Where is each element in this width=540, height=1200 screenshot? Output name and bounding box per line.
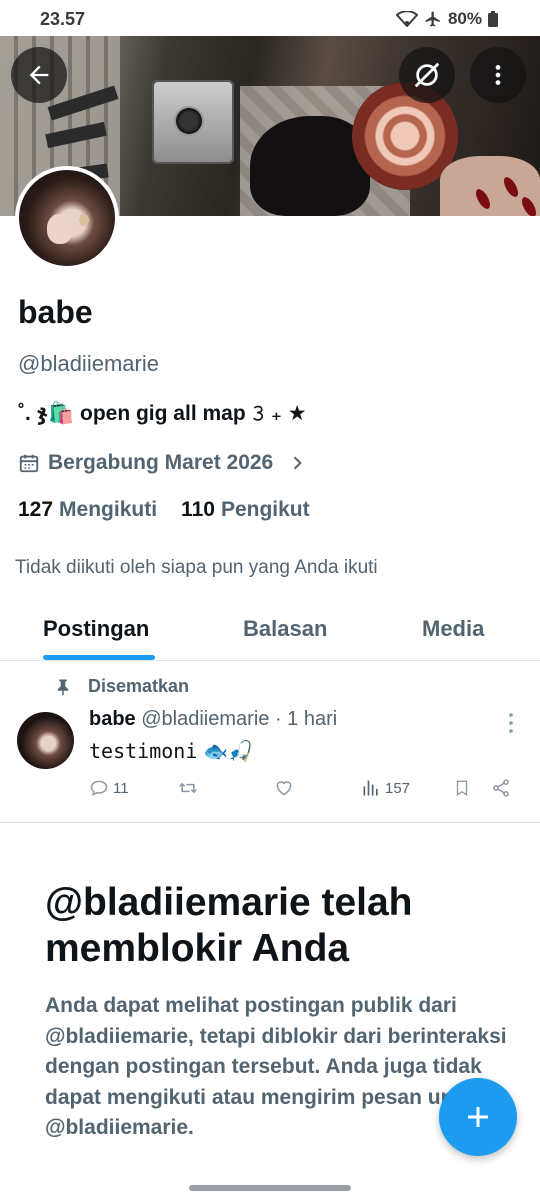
- follow-stats: 127 Mengikuti 110 Pengikut: [18, 498, 310, 522]
- section-divider: [0, 822, 540, 823]
- plus-icon: [468, 1107, 488, 1127]
- reply-count: 11: [113, 779, 129, 797]
- airplane-icon: [425, 11, 440, 27]
- grok-icon: [414, 62, 440, 88]
- status-time: 23.57: [40, 9, 86, 29]
- more-options-button[interactable]: [470, 47, 526, 103]
- tab-balasan[interactable]: Balasan: [243, 616, 327, 642]
- tab-postingan[interactable]: Postingan: [43, 616, 149, 642]
- post-actions: 11 157: [89, 778, 517, 804]
- profile-tabs: Postingan Balasan Media: [0, 600, 540, 661]
- post-author-handle[interactable]: @bladiiemarie: [141, 708, 269, 730]
- pinned-label-row: Disematkan: [54, 676, 189, 697]
- more-vertical-icon: [509, 713, 513, 733]
- status-icons: 80%: [395, 9, 498, 29]
- status-bar: 23.57 80%: [0, 0, 540, 36]
- share-button[interactable]: [491, 778, 511, 798]
- retweet-icon: [179, 782, 197, 794]
- bookmark-icon: [456, 780, 468, 797]
- active-tab-indicator: [43, 655, 155, 660]
- share-icon: [493, 779, 509, 797]
- views-count: 157: [385, 779, 411, 797]
- calendar-icon: [19, 454, 39, 473]
- more-vertical-icon: [495, 65, 501, 85]
- back-button[interactable]: [11, 47, 67, 103]
- post-header: babe @bladiiemarie · 1 hari: [89, 708, 337, 731]
- following-label: Mengikuti: [59, 498, 158, 521]
- profile-avatar[interactable]: [15, 166, 119, 270]
- battery-icon: [488, 11, 498, 27]
- blocked-title: @bladiiemarie telah memblokir Anda: [45, 881, 413, 970]
- reply-icon: [90, 780, 108, 797]
- pinned-label: Disematkan: [88, 676, 190, 696]
- wifi-icon: [395, 11, 418, 27]
- tab-media[interactable]: Media: [422, 616, 484, 642]
- profile-bio: ˚. ჯ🛍️ open gig all map 𝟹 ₊ ★: [18, 402, 307, 425]
- post-text: testimoni 🐟🎣: [89, 739, 253, 763]
- following-count: 127: [18, 498, 54, 521]
- following-link[interactable]: 127 Mengikuti: [18, 498, 157, 522]
- like-button[interactable]: [273, 778, 295, 798]
- post-text-body: testimoni: [89, 739, 198, 763]
- followers-link[interactable]: 110 Pengikut: [181, 498, 310, 522]
- gesture-nav-handle[interactable]: [189, 1185, 351, 1191]
- followers-count: 110: [181, 498, 215, 521]
- post-author-avatar[interactable]: [17, 712, 74, 769]
- reply-button[interactable]: 11: [89, 778, 129, 798]
- joined-date-row[interactable]: Bergabung Maret 2026: [18, 451, 307, 475]
- post-author-name[interactable]: babe: [89, 708, 136, 730]
- compose-post-button[interactable]: [439, 1078, 517, 1156]
- battery-percent: 80%: [447, 9, 482, 28]
- post-text-emoji: 🐟🎣: [203, 739, 254, 763]
- retweet-button[interactable]: [177, 778, 199, 798]
- back-arrow-icon: [29, 65, 49, 85]
- profile-handle: @bladiiemarie: [18, 351, 159, 376]
- followers-label: Pengikut: [220, 498, 310, 521]
- pin-icon: [57, 679, 69, 695]
- banner-camera: [152, 80, 234, 164]
- views-icon: [363, 780, 378, 796]
- post-more-button[interactable]: [503, 712, 519, 739]
- like-icon: [276, 781, 292, 796]
- views-button[interactable]: 157: [361, 778, 410, 798]
- joined-date-text: Bergabung Maret 2026: [48, 451, 274, 474]
- not-followed-text: Tidak diikuti oleh siapa pun yang Anda i…: [15, 557, 378, 578]
- bookmark-button[interactable]: [453, 778, 471, 798]
- grok-button[interactable]: [399, 47, 455, 103]
- post-time: · 1 hari: [274, 708, 338, 730]
- profile-name: babe: [18, 294, 93, 330]
- chevron-right-icon: [294, 456, 302, 470]
